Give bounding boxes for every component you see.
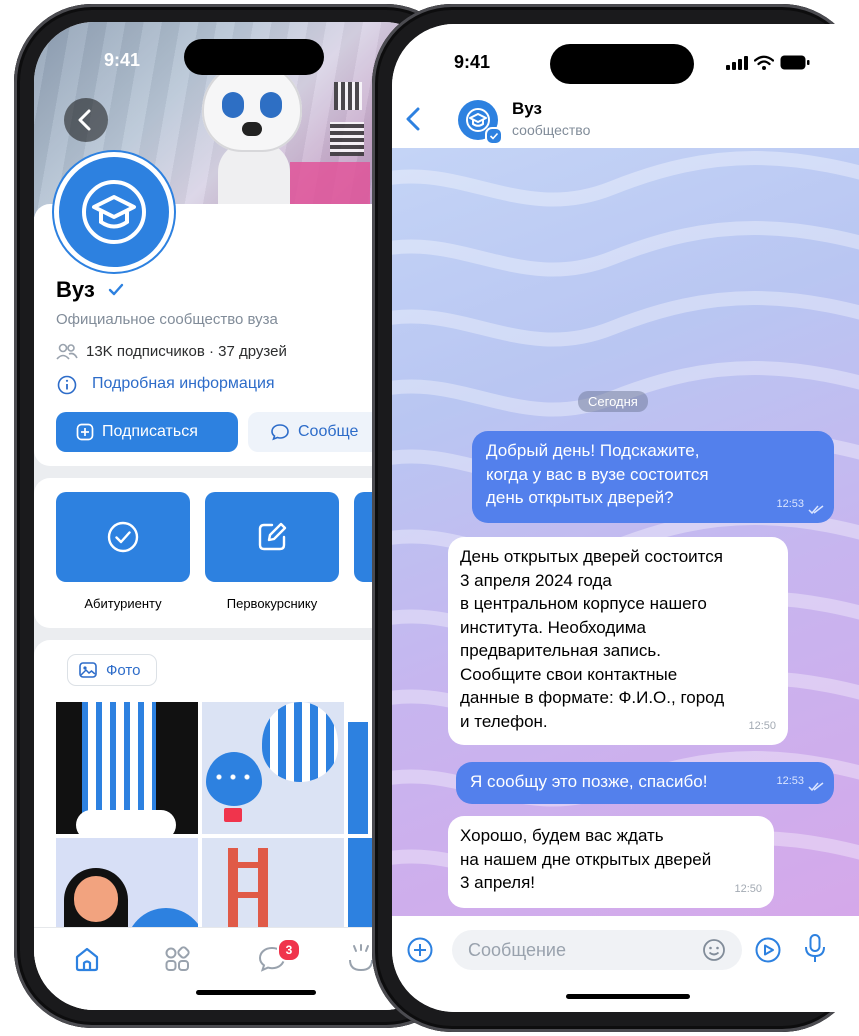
- battery-icon: [780, 55, 810, 70]
- message-line: данные в формате: Ф.И.О., город: [460, 688, 725, 707]
- photo-decor: [74, 876, 118, 922]
- quick-action-freshman[interactable]: [205, 492, 339, 582]
- message-time: 12:50: [734, 882, 762, 895]
- message-line: День открытых дверей состоится: [460, 547, 723, 566]
- mascot-nose: [242, 122, 262, 136]
- mascot-eye-left: [222, 92, 244, 118]
- edit-square-icon: [258, 522, 287, 551]
- chat-bubble-icon: [271, 424, 289, 441]
- chevron-left-icon[interactable]: [402, 104, 424, 134]
- graduation-cap-icon: [82, 180, 146, 244]
- message-line: и телефон.: [460, 711, 548, 731]
- dynamic-island: [184, 39, 324, 75]
- photo-decor: [262, 702, 338, 782]
- chat-title: Вуз: [512, 99, 542, 118]
- wifi-icon: [754, 55, 774, 70]
- photo-decor: [228, 892, 268, 898]
- photo-balloons[interactable]: [202, 702, 344, 834]
- message-line: Хорошо, будем вас ждать: [460, 826, 664, 845]
- read-checkmarks-icon: [808, 505, 824, 515]
- photo-decor: [224, 808, 242, 822]
- home-indicator: [566, 994, 690, 999]
- mascot-head: [202, 62, 302, 152]
- verified-check-icon: [108, 283, 124, 296]
- services-icon[interactable]: [162, 944, 192, 974]
- message-line: 3 апреля!: [460, 873, 536, 892]
- subscribers-count[interactable]: 13K подписчиков · 37 друзей: [86, 343, 287, 360]
- right-phone-screen: 9:41 Вуз сообщество Сегодня Добрый день!…: [392, 24, 859, 1012]
- message-line: день открытых дверей?: [486, 488, 674, 507]
- signal-icon: [726, 56, 748, 70]
- photo-bridge[interactable]: [202, 838, 344, 938]
- detailed-info-link[interactable]: Подробная информация: [92, 375, 275, 393]
- message-line: предварительная запись.: [460, 641, 661, 660]
- subscribe-button[interactable]: Подписаться: [56, 412, 238, 452]
- status-time: 9:41: [454, 52, 491, 72]
- message-time: 12:53: [776, 497, 804, 510]
- message-bubble-incoming[interactable]: День открытых дверей состоится 3 апреля …: [448, 537, 788, 745]
- photo-decor: [206, 752, 262, 806]
- status-time: 9:41: [104, 50, 141, 70]
- microphone-icon[interactable]: [802, 932, 828, 966]
- message-time: 12:53: [776, 774, 804, 787]
- message-line: Я сообщу это позже, спасибо!: [470, 772, 708, 791]
- chevron-left-icon: [78, 109, 91, 131]
- chat-subtitle: сообщество: [512, 122, 591, 138]
- message-bubble-outgoing[interactable]: Добрый день! Подскажите, когда у вас в в…: [472, 431, 834, 523]
- back-button[interactable]: [64, 98, 108, 142]
- message-bubble-outgoing[interactable]: Я сообщу это позже, спасибо! 12:53: [456, 762, 834, 804]
- message-line: на нашем дне открытых дверей: [460, 849, 712, 869]
- photos-chip-label: Фото: [106, 662, 141, 679]
- add-attachment-icon[interactable]: [406, 936, 434, 964]
- quick-action-applicant[interactable]: [56, 492, 190, 582]
- photo-girl[interactable]: [56, 838, 198, 938]
- read-checkmarks-icon: [808, 782, 824, 792]
- photo-waterfall[interactable]: [56, 702, 198, 834]
- chat-avatar[interactable]: [458, 100, 503, 145]
- subscribe-button-label: Подписаться: [102, 423, 198, 440]
- message-bubble-incoming[interactable]: Хорошо, будем вас ждать на нашем дне отк…: [448, 816, 774, 908]
- users-icon: [56, 343, 78, 360]
- mascot-eye-right: [260, 92, 282, 118]
- message-line: 3 апреля 2024 года: [460, 570, 612, 590]
- message-line: когда у вас в вузе состоится: [486, 464, 709, 484]
- community-avatar[interactable]: [54, 152, 174, 272]
- message-line: Добрый день! Подскажите,: [486, 441, 700, 460]
- qr-code-image: [334, 82, 362, 110]
- info-icon: [57, 375, 77, 395]
- qr-code-image: [330, 122, 364, 156]
- verified-badge-icon: [485, 127, 503, 145]
- dynamic-island: [550, 44, 694, 84]
- photo-decor: [212, 774, 256, 780]
- quick-action-label: Первокурснику: [226, 596, 318, 611]
- photo-decor: [228, 862, 268, 868]
- photo-decor: [348, 722, 368, 834]
- photo-icon: [79, 662, 97, 678]
- home-indicator: [196, 990, 316, 995]
- community-description: Официальное сообщество вуза: [56, 311, 278, 328]
- message-line: в центральном корпусе нашего: [460, 594, 707, 613]
- date-divider: Сегодня: [578, 391, 648, 412]
- video-message-icon[interactable]: [754, 936, 782, 964]
- photo-decor: [76, 810, 176, 834]
- community-name: Вуз: [56, 277, 95, 302]
- message-button-label: Сообще: [298, 423, 359, 440]
- photos-chip[interactable]: Фото: [67, 654, 157, 686]
- quick-action-label: Абитуриенту: [84, 596, 162, 611]
- message-line: института. Необходима: [460, 617, 646, 637]
- home-icon[interactable]: [72, 944, 102, 974]
- unread-badge: 3: [277, 938, 301, 962]
- plus-square-icon: [76, 423, 94, 441]
- check-circle-icon: [107, 521, 139, 553]
- emoji-icon[interactable]: [702, 938, 726, 962]
- message-line: Сообщите свои контактные: [460, 664, 678, 684]
- message-time: 12:50: [748, 719, 776, 732]
- message-input[interactable]: [452, 930, 742, 970]
